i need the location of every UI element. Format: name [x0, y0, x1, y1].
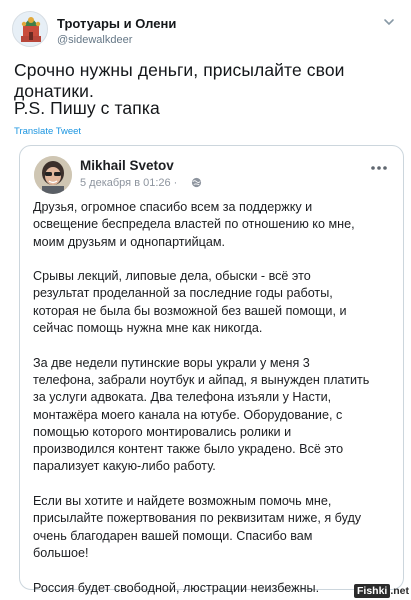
post-line: Россия будет свободной, люстрации неизбе…: [33, 580, 320, 595]
quoted-post-card[interactable]: Mikhail Svetov 5 декабря в 01:26 · Друзь…: [19, 145, 404, 595]
quoted-post-body: Друзья, огромное спасибо всем за поддерж…: [33, 199, 389, 600]
post-line: Друзья, огромное спасибо всем за поддерж…: [33, 200, 313, 214]
chevron-down-icon[interactable]: [382, 15, 396, 29]
post-line: монтажёра моего канала на ютубе. Оборудо…: [33, 407, 343, 422]
post-line: производился контент также было украдено…: [33, 442, 344, 457]
watermark-suffix: .net: [390, 585, 409, 597]
tweet-text-line: Срочно нужны деньги, присылайте свои дон…: [14, 60, 345, 101]
globe-icon: [191, 177, 202, 188]
tweet-text-line: P.S. Пишу с тапка: [14, 98, 160, 118]
tweet-header: Тротуары и Олени @sidewalkdeer: [12, 11, 402, 51]
post-line: Если вы хотите и найдете возможным помоч…: [33, 494, 332, 509]
more-icon[interactable]: [369, 160, 389, 176]
author-avatar[interactable]: [12, 11, 48, 47]
post-line: парализует какую-либо работу.: [33, 459, 216, 474]
post-line: очень благодарен вашей помощи. Спасибо в…: [33, 528, 313, 543]
post-line: большое!: [33, 545, 89, 560]
post-line: присылайте пожертвования по реквизитам н…: [33, 511, 362, 526]
post-line: За две недели путинские воры украли у ме…: [33, 355, 310, 370]
quoted-author-avatar[interactable]: [34, 156, 72, 194]
watermark-brand: Fishki: [353, 584, 391, 598]
post-line: моим друзьям и однопартийцам.: [33, 234, 226, 249]
post-line: Срывы лекций, липовые дела, обыски - всё…: [33, 269, 311, 284]
post-line: помощью которого монтировались ролики и: [33, 424, 292, 439]
post-line: которая не была бы возможной без вашей п…: [33, 303, 347, 318]
post-line: результат проделанной за последние годы …: [33, 286, 333, 301]
author-name[interactable]: Тротуары и Олени: [57, 16, 176, 31]
post-paragraph: Друзья, огромное спасибо всем за поддерж…: [33, 199, 389, 251]
post-line: освещение беспредела властей по отношени…: [33, 217, 355, 232]
post-line: сейчас помощь нужна мне как никогда.: [33, 321, 263, 336]
post-date[interactable]: 5 декабря в 01:26 ·: [80, 177, 177, 189]
post-paragraph: Если вы хотите и найдете возможным помоч…: [33, 493, 389, 562]
author-handle[interactable]: @sidewalkdeer: [57, 34, 132, 46]
translate-tweet-link[interactable]: Translate Tweet: [14, 126, 81, 137]
post-paragraph: За две недели путинские воры украли у ме…: [33, 355, 389, 476]
quoted-author-name[interactable]: Mikhail Svetov: [80, 158, 174, 173]
site-watermark: Fishki .net: [353, 584, 409, 598]
post-paragraph: Россия будет свободной, люстрации неизбе…: [33, 580, 389, 597]
post-paragraph: Срывы лекций, липовые дела, обыски - всё…: [33, 268, 389, 337]
post-line: телефона, забрали ноутбук и айпад, я вын…: [33, 372, 370, 387]
post-line: за услуги адвоката. Два телефона изъяли …: [33, 390, 332, 405]
